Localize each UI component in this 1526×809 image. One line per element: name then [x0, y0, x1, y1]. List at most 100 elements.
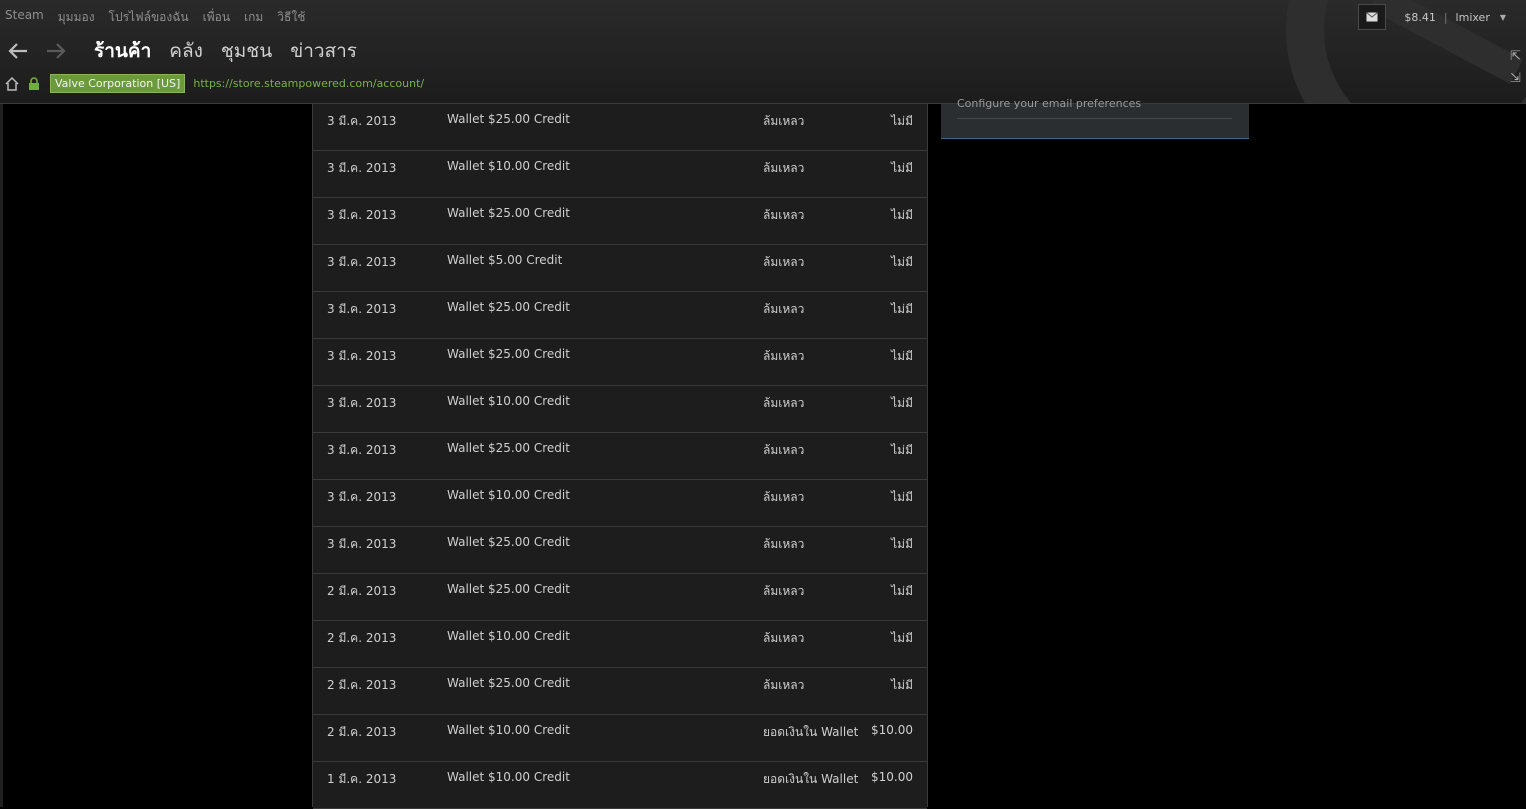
table-row[interactable]: 2 มี.ค. 2013 Wallet $25.00 Credit ล้มเหลว ไ…	[313, 574, 927, 621]
tab-news[interactable]: ข่าวสาร	[290, 36, 357, 66]
tab-community[interactable]: ชุมชน	[221, 36, 272, 66]
transaction-date: 3 มี.ค. 2013	[327, 490, 397, 504]
transaction-status: ล้มเหลว	[763, 114, 805, 128]
table-row[interactable]: 3 มี.ค. 2013 Wallet $25.00 Credit ล้มเหลว ไ…	[313, 433, 927, 480]
forward-button[interactable]	[44, 39, 68, 63]
transaction-date: 3 มี.ค. 2013	[327, 255, 397, 269]
transaction-amount: ไม่มี	[891, 349, 913, 363]
transaction-status: ล้มเหลว	[763, 302, 805, 316]
transaction-date: 3 มี.ค. 2013	[327, 302, 397, 316]
table-row[interactable]: 2 มี.ค. 2013 Wallet $10.00 Credit ล้มเหลว ไ…	[313, 621, 927, 668]
transaction-item: Wallet $10.00 Credit	[447, 394, 570, 408]
url-text[interactable]: https://store.steampowered.com/account/	[193, 77, 424, 90]
transaction-amount: ไม่มี	[891, 584, 913, 598]
wallet-balance[interactable]: $8.41	[1404, 11, 1436, 24]
transaction-amount: $10.00	[871, 770, 913, 784]
main-tabs: ร้านค้า คลัง ชุมชน ข่าวสาร	[94, 36, 357, 66]
email-preferences-link[interactable]: Configure your email preferences	[957, 96, 1232, 119]
steam-client-header: Steam มุมมอง โปรไฟล์ของฉัน เพื่อน เกม วิ…	[0, 0, 1526, 104]
menu-friends[interactable]: เพื่อน	[203, 8, 230, 27]
resize-grip[interactable]: ⇱ ⇲	[1510, 46, 1524, 94]
envelope-icon	[1366, 12, 1379, 22]
account-separator: |	[1443, 10, 1448, 24]
table-row[interactable]: 3 มี.ค. 2013 Wallet $10.00 Credit ล้มเหลว ไ…	[313, 480, 927, 527]
table-row[interactable]: 3 มี.ค. 2013 Wallet $25.00 Credit ล้มเหลว ไ…	[313, 104, 927, 151]
table-row[interactable]: 3 มี.ค. 2013 Wallet $25.00 Credit ล้มเหลว ไ…	[313, 292, 927, 339]
menu-profile[interactable]: โปรไฟล์ของฉัน	[109, 8, 189, 27]
transaction-status: ล้มเหลว	[763, 584, 805, 598]
menu-view[interactable]: มุมมอง	[58, 8, 95, 27]
transaction-item: Wallet $25.00 Credit	[447, 206, 570, 220]
table-row[interactable]: 3 มี.ค. 2013 Wallet $5.00 Credit ล้มเหลว ไม…	[313, 245, 927, 292]
table-row[interactable]: 2 มี.ค. 2013 Wallet $25.00 Credit ล้มเหลว ไ…	[313, 668, 927, 715]
transaction-item: Wallet $25.00 Credit	[447, 582, 570, 596]
notifications-button[interactable]	[1358, 4, 1387, 30]
transaction-item: Wallet $25.00 Credit	[447, 535, 570, 549]
table-row[interactable]: 3 มี.ค. 2013 Wallet $25.00 Credit ล้มเหลว ไ…	[313, 198, 927, 245]
left-scroll-edge	[0, 104, 3, 807]
transaction-amount: ไม่มี	[891, 490, 913, 504]
transaction-amount: ไม่มี	[891, 443, 913, 457]
transaction-status: ล้มเหลว	[763, 537, 805, 551]
transaction-date: 3 มี.ค. 2013	[327, 396, 397, 410]
transaction-item: Wallet $10.00 Credit	[447, 770, 570, 784]
secure-lock	[26, 76, 42, 92]
table-row[interactable]: 3 มี.ค. 2013 Wallet $25.00 Credit ล้มเหลว ไ…	[313, 339, 927, 386]
home-icon	[5, 76, 19, 91]
collapse-icon: ⇲	[1510, 71, 1521, 86]
table-row[interactable]: 3 มี.ค. 2013 Wallet $25.00 Credit ล้มเหลว ไ…	[313, 527, 927, 574]
transaction-date: 3 มี.ค. 2013	[327, 208, 397, 222]
transaction-status: ล้มเหลว	[763, 255, 805, 269]
table-row[interactable]: 1 มี.ค. 2013 Wallet $10.00 Credit ยอดเงินใ…	[313, 762, 927, 809]
transaction-amount: ไม่มี	[891, 678, 913, 692]
transaction-status: ยอดเงินใน Wallet	[763, 725, 859, 739]
tab-store[interactable]: ร้านค้า	[94, 36, 151, 66]
transaction-item: Wallet $5.00 Credit	[447, 253, 563, 267]
transaction-item: Wallet $10.00 Credit	[447, 723, 570, 737]
transaction-amount: ไม่มี	[891, 255, 913, 269]
transaction-date: 3 มี.ค. 2013	[327, 349, 397, 363]
transaction-item: Wallet $10.00 Credit	[447, 629, 570, 643]
certificate-badge[interactable]: Valve Corporation [US]	[50, 74, 186, 93]
transaction-status: ล้มเหลว	[763, 631, 805, 645]
menu-steam[interactable]: Steam	[5, 8, 44, 27]
menu-games[interactable]: เกม	[244, 8, 263, 27]
transaction-item: Wallet $25.00 Credit	[447, 347, 570, 361]
transaction-status: ล้มเหลว	[763, 490, 805, 504]
home-button[interactable]	[4, 76, 20, 92]
menu-help[interactable]: วิธีใช้	[277, 8, 305, 27]
transaction-date: 2 มี.ค. 2013	[327, 678, 397, 692]
transaction-amount: ไม่มี	[891, 208, 913, 222]
transaction-amount: ไม่มี	[891, 631, 913, 645]
transaction-date: 3 มี.ค. 2013	[327, 161, 397, 175]
transaction-status: ล้มเหลว	[763, 396, 805, 410]
username[interactable]: lmixer	[1456, 11, 1490, 24]
table-row[interactable]: 2 มี.ค. 2013 Wallet $10.00 Credit ยอดเงินใ…	[313, 715, 927, 762]
tab-library[interactable]: คลัง	[169, 36, 203, 66]
transaction-item: Wallet $25.00 Credit	[447, 676, 570, 690]
transaction-status: ล้มเหลว	[763, 678, 805, 692]
arrow-left-icon	[8, 43, 27, 59]
back-button[interactable]	[6, 39, 30, 63]
account-side-panel: Configure your email preferences	[941, 97, 1249, 139]
arrow-right-icon	[47, 43, 66, 59]
transaction-amount: ไม่มี	[891, 396, 913, 410]
transaction-item: Wallet $10.00 Credit	[447, 159, 570, 173]
transaction-status: ล้มเหลว	[763, 443, 805, 457]
transaction-date: 1 มี.ค. 2013	[327, 772, 397, 786]
chevron-down-icon[interactable]: ▼	[1500, 13, 1506, 22]
transaction-date: 3 มี.ค. 2013	[327, 443, 397, 457]
transaction-amount: ไม่มี	[891, 537, 913, 551]
navigation-row: ร้านค้า คลัง ชุมชน ข่าวสาร	[6, 36, 357, 66]
transaction-date: 3 มี.ค. 2013	[327, 537, 397, 551]
transaction-date: 2 มี.ค. 2013	[327, 584, 397, 598]
address-bar: Valve Corporation [US] https://store.ste…	[4, 74, 424, 93]
account-area: $8.41 | lmixer ▼	[1358, 4, 1506, 30]
table-row[interactable]: 3 มี.ค. 2013 Wallet $10.00 Credit ล้มเหลว ไ…	[313, 151, 927, 198]
transaction-item: Wallet $10.00 Credit	[447, 488, 570, 502]
transaction-date: 2 มี.ค. 2013	[327, 725, 397, 739]
transaction-amount: $10.00	[871, 723, 913, 737]
table-row[interactable]: 3 มี.ค. 2013 Wallet $10.00 Credit ล้มเหลว ไ…	[313, 386, 927, 433]
transaction-amount: ไม่มี	[891, 161, 913, 175]
transaction-amount: ไม่มี	[891, 114, 913, 128]
